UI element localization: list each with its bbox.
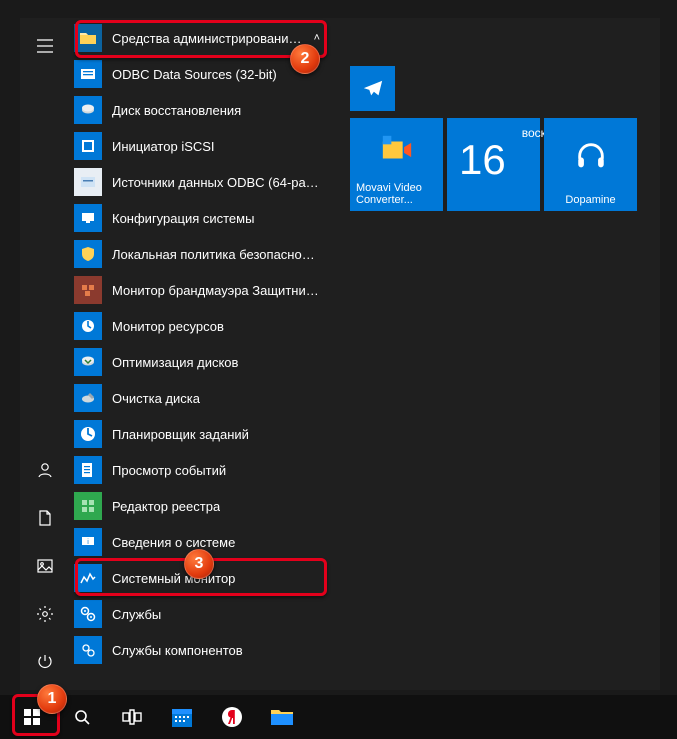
search-button[interactable] (58, 695, 106, 739)
yandex-icon (220, 705, 244, 729)
tile-label: Movavi Video Converter... (350, 182, 443, 211)
list-item[interactable]: Редактор реестра (70, 488, 328, 524)
list-item[interactable]: Конфигурация системы (70, 200, 328, 236)
list-item[interactable]: Службы компонентов (70, 632, 328, 668)
app-icon (74, 456, 102, 484)
movavi-icon (350, 118, 443, 182)
hamburger-icon[interactable] (20, 22, 70, 70)
list-item[interactable]: Источники данных ODBC (64-раз... (70, 164, 328, 200)
folder-icon (270, 706, 294, 728)
pictures-icon[interactable] (20, 542, 70, 590)
app-icon (74, 564, 102, 592)
app-icon (74, 348, 102, 376)
app-icon (74, 636, 102, 664)
group-label: Средства администрирования... (112, 31, 304, 46)
windows-icon (23, 708, 41, 726)
start-button[interactable] (8, 695, 56, 739)
list-item[interactable]: Планировщик заданий (70, 416, 328, 452)
app-icon: i (74, 528, 102, 556)
list-item[interactable]: Монитор ресурсов (70, 308, 328, 344)
app-list: Средства администрирования... ˄ ODBC Dat… (70, 18, 328, 690)
tile-telegram[interactable] (350, 66, 395, 111)
taskbar-explorer[interactable] (258, 695, 306, 739)
search-icon (73, 708, 91, 726)
app-icon (74, 60, 102, 88)
app-icon (74, 384, 102, 412)
app-icon (74, 420, 102, 448)
calendar-icon (170, 705, 194, 729)
settings-icon[interactable] (20, 590, 70, 638)
app-icon (74, 276, 102, 304)
list-item[interactable]: Инициатор iSCSI (70, 128, 328, 164)
group-admin-tools[interactable]: Средства администрирования... ˄ (70, 20, 328, 56)
app-services[interactable]: Службы (70, 596, 328, 632)
task-view-icon (122, 708, 142, 726)
list-item[interactable]: Просмотр событий (70, 452, 328, 488)
chevron-up-icon: ˄ (314, 32, 320, 44)
calendar-day-number: 16 (447, 118, 516, 184)
app-icon (74, 492, 102, 520)
services-icon (74, 600, 102, 628)
list-item[interactable]: Системный монитор (70, 560, 328, 596)
folder-icon (74, 24, 102, 52)
power-icon[interactable] (20, 638, 70, 686)
list-item[interactable]: ODBC Data Sources (32-bit) (70, 56, 328, 92)
start-menu: Средства администрирования... ˄ ODBC Dat… (20, 18, 660, 690)
app-icon (74, 168, 102, 196)
task-view-button[interactable] (108, 695, 156, 739)
list-item[interactable]: Диск восстановления (70, 92, 328, 128)
app-icon (74, 96, 102, 124)
list-item[interactable]: Оптимизация дисков (70, 344, 328, 380)
tile-label: Dopamine (544, 194, 637, 211)
user-icon[interactable] (20, 446, 70, 494)
start-tiles: Movavi Video Converter... 16 воскресенье… (328, 18, 660, 690)
app-icon (74, 204, 102, 232)
documents-icon[interactable] (20, 494, 70, 542)
headphones-icon (544, 118, 637, 194)
taskbar (0, 695, 677, 739)
list-item[interactable]: Очистка диска (70, 380, 328, 416)
telegram-icon (350, 66, 395, 111)
tile-dopamine[interactable]: Dopamine (544, 118, 637, 211)
app-icon (74, 312, 102, 340)
list-item[interactable]: Монитор брандмауэра Защитник... (70, 272, 328, 308)
list-item[interactable]: iСведения о системе (70, 524, 328, 560)
app-icon (74, 240, 102, 268)
tile-calendar[interactable]: 16 воскресенье (447, 118, 540, 211)
taskbar-yandex[interactable] (208, 695, 256, 739)
app-icon (74, 132, 102, 160)
taskbar-calendar[interactable] (158, 695, 206, 739)
tile-movavi[interactable]: Movavi Video Converter... (350, 118, 443, 211)
start-rail (20, 18, 70, 690)
list-item[interactable]: Локальная политика безопасности (70, 236, 328, 272)
